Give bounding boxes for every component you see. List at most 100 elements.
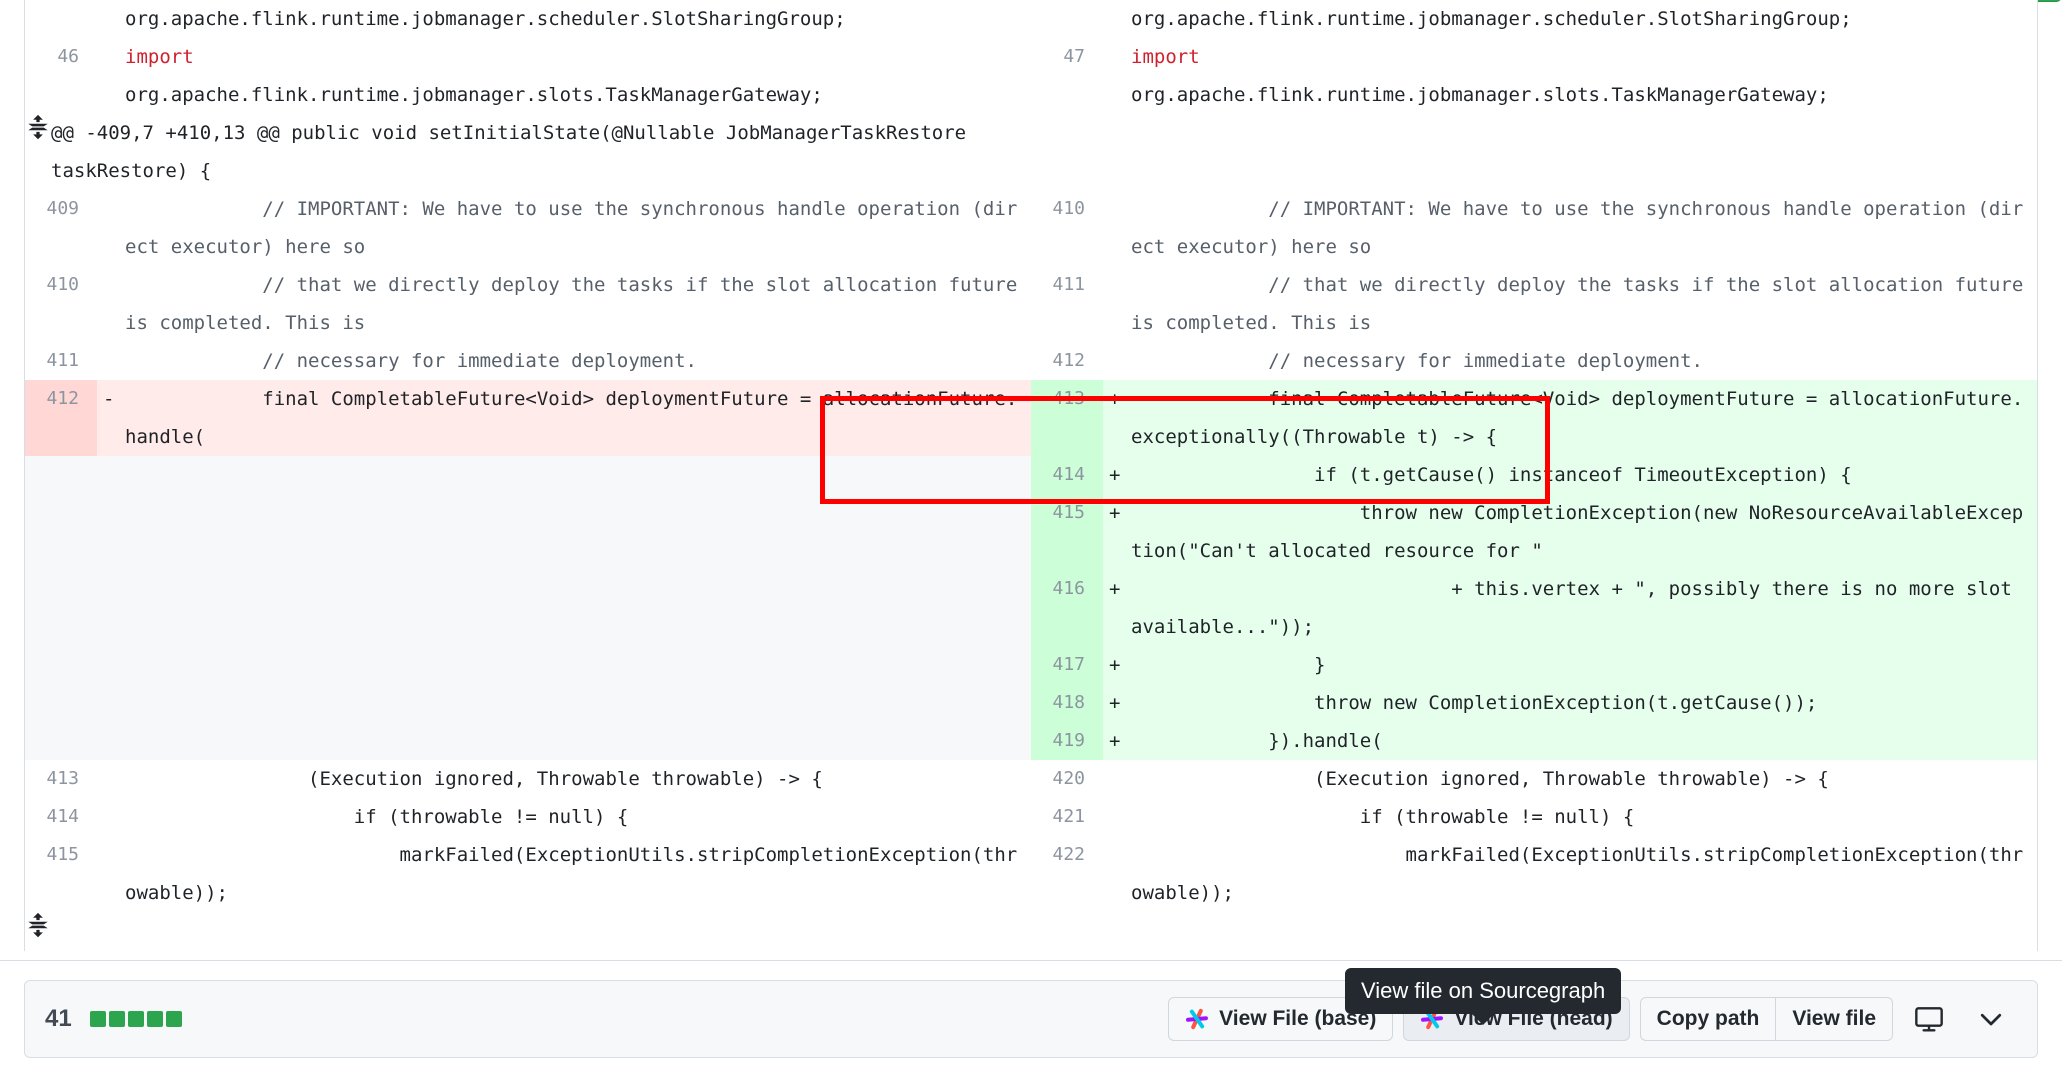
line-marker-right: [1103, 342, 1131, 380]
line-marker-left: -: [97, 380, 125, 456]
line-marker-right: [1103, 190, 1131, 266]
diff-row: 413 (Execution ignored, Throwable throwa…: [25, 760, 2037, 798]
display-mode-button[interactable]: [1903, 997, 1955, 1041]
code-cell-right[interactable]: + this.vertex + ", possibly there is no …: [1131, 570, 2037, 646]
code-cell-right[interactable]: org.apache.flink.runtime.jobmanager.sche…: [1131, 0, 2037, 38]
diff-row: 414 + if (t.getCause() instanceof Timeou…: [25, 456, 2037, 760]
line-number-left: 414: [25, 798, 97, 836]
line-marker-right: +: [1103, 684, 1131, 722]
code-cell-right[interactable]: throw new CompletionException(t.getCause…: [1131, 684, 2037, 722]
line-number-right: 417: [1031, 646, 1103, 684]
view-file-button[interactable]: View file: [1776, 997, 1893, 1041]
diff-stat-block: [89, 1011, 106, 1027]
code-cell-right[interactable]: org.apache.flink.runtime.jobmanager.slot…: [1131, 76, 2037, 114]
line-number-right: [1031, 0, 1103, 38]
unfold-icon: [28, 912, 48, 938]
path-actions-group: Copy path View file: [1639, 997, 1893, 1041]
diff-row: 409 // IMPORTANT: We have to use the syn…: [25, 190, 2037, 266]
code-cell-right[interactable]: final CompletableFuture<Void> deployment…: [1131, 380, 2037, 456]
diff-stat-block: [108, 1011, 125, 1027]
diff-stat-block: [127, 1011, 144, 1027]
code-cell-right[interactable]: }: [1131, 646, 2037, 684]
line-number-right: 411: [1031, 266, 1103, 342]
line-marker-right: +: [1103, 456, 1131, 494]
keyword-token: import: [125, 46, 194, 68]
split-diff-table: org.apache.flink.runtime.jobmanager.sche…: [24, 0, 2038, 951]
code-cell-left[interactable]: org.apache.flink.runtime.jobmanager.sche…: [125, 0, 1031, 38]
line-number-left: 411: [25, 342, 97, 380]
expand-hunk-button[interactable]: [25, 114, 51, 190]
line-number-right: 412: [1031, 342, 1103, 380]
code-cell-right[interactable]: // IMPORTANT: We have to use the synchro…: [1131, 190, 2037, 266]
diff-row: 416 + + this.vertex + ", possibly there …: [1031, 570, 2037, 646]
code-cell-left[interactable]: final CompletableFuture<Void> deployment…: [125, 380, 1031, 456]
code-cell-right[interactable]: (Execution ignored, Throwable throwable)…: [1131, 760, 2037, 798]
line-number-left: 46: [25, 38, 97, 76]
line-number-right: 413: [1031, 380, 1103, 456]
code-cell-left[interactable]: if (throwable != null) {: [125, 798, 1031, 836]
code-cell-right[interactable]: }).handle(: [1131, 722, 2037, 760]
code-cell-left-filler: [125, 456, 1031, 760]
expand-hunk-button-bottom[interactable]: [25, 912, 51, 951]
monitor-icon: [1915, 1007, 1943, 1032]
diff-row: 415 markFailed(ExceptionUtils.stripCompl…: [25, 836, 2037, 912]
line-marker-left: [97, 76, 125, 114]
line-number-right: 422: [1031, 836, 1103, 912]
line-number-right: 414: [1031, 456, 1103, 494]
line-number-right: 415: [1031, 494, 1103, 570]
sourcegraph-icon: [1186, 1008, 1209, 1030]
line-marker-right: [1103, 266, 1131, 342]
more-options-button[interactable]: [1965, 997, 2017, 1041]
code-cell-left[interactable]: // that we directly deploy the tasks if …: [125, 266, 1031, 342]
line-marker-right: [1103, 0, 1131, 38]
line-marker-left: [97, 266, 125, 342]
code-cell-right[interactable]: markFailed(ExceptionUtils.stripCompletio…: [1131, 836, 2037, 912]
line-number-left: [25, 76, 97, 114]
line-number-left: 409: [25, 190, 97, 266]
code-cell-left[interactable]: org.apache.flink.runtime.jobmanager.slot…: [125, 76, 1031, 114]
code-cell-right[interactable]: if (throwable != null) {: [1131, 798, 2037, 836]
diff-stat-blocks: [89, 1011, 182, 1027]
copy-path-button[interactable]: Copy path: [1639, 997, 1777, 1041]
diff-row: 410 // that we directly deploy the tasks…: [25, 266, 2037, 342]
code-cell-right[interactable]: import: [1131, 38, 2037, 76]
code-cell-left[interactable]: // necessary for immediate deployment.: [125, 342, 1031, 380]
line-marker-right: [1103, 38, 1131, 76]
line-marker-left: [97, 798, 125, 836]
code-cell-left[interactable]: (Execution ignored, Throwable throwable)…: [125, 760, 1031, 798]
keyword-token: import: [1131, 46, 1200, 68]
code-cell-right[interactable]: // necessary for immediate deployment.: [1131, 342, 2037, 380]
line-number-right: 418: [1031, 684, 1103, 722]
diff-row: 415 + throw new CompletionException(new …: [1031, 494, 2037, 570]
line-number-right: 421: [1031, 798, 1103, 836]
diff-row: 411 // necessary for immediate deploymen…: [25, 342, 2037, 380]
code-cell-right[interactable]: if (t.getCause() instanceof TimeoutExcep…: [1131, 456, 2037, 494]
line-number-left: 410: [25, 266, 97, 342]
hunk-header-row: @@ -409,7 +410,13 @@ public void setInit…: [25, 114, 2037, 190]
line-marker-left: [97, 836, 125, 912]
code-cell-left[interactable]: // IMPORTANT: We have to use the synchro…: [125, 190, 1031, 266]
line-number-left: [25, 456, 97, 760]
line-marker-left: [97, 38, 125, 76]
line-marker-left: [97, 342, 125, 380]
line-marker-right: [1103, 76, 1131, 114]
diff-row: 46 import 47 import: [25, 38, 2037, 76]
section-divider: [0, 960, 2062, 961]
diff-row: org.apache.flink.runtime.jobmanager.sche…: [25, 0, 2037, 38]
copy-path-label: Copy path: [1656, 1007, 1760, 1030]
line-number-left: [25, 0, 97, 38]
code-cell-right[interactable]: throw new CompletionException(new NoReso…: [1131, 494, 2037, 570]
line-marker-right: +: [1103, 494, 1131, 570]
code-cell-left[interactable]: markFailed(ExceptionUtils.stripCompletio…: [125, 836, 1031, 912]
line-marker-right: +: [1103, 380, 1131, 456]
code-cell-left[interactable]: import: [125, 38, 1031, 76]
hunk-header-text: @@ -409,7 +410,13 @@ public void setInit…: [51, 122, 967, 182]
line-number-left: 415: [25, 836, 97, 912]
diff-view-page: org.apache.flink.runtime.jobmanager.sche…: [0, 0, 2062, 1080]
diff-stat-count: 41: [45, 1005, 72, 1032]
code-cell-right[interactable]: // that we directly deploy the tasks if …: [1131, 266, 2037, 342]
line-number-right: 410: [1031, 190, 1103, 266]
diff-stat-block: [146, 1011, 163, 1027]
line-number-left: 412: [25, 380, 97, 456]
line-marker-left: [97, 0, 125, 38]
